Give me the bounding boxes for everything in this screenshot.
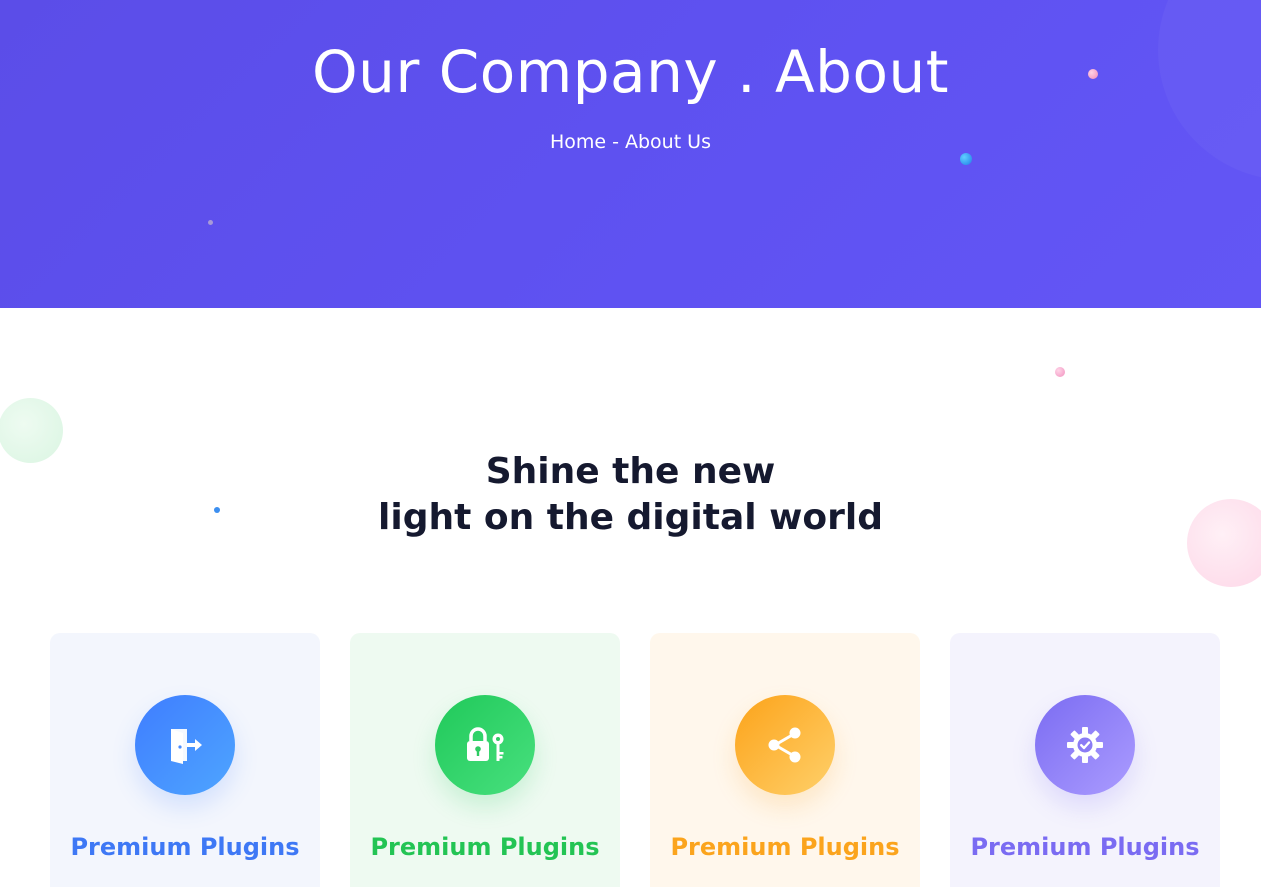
gear-check-icon xyxy=(1035,695,1135,795)
breadcrumb-home-link[interactable]: Home xyxy=(550,131,606,153)
page-title: Our Company . About xyxy=(312,38,949,106)
door-exit-icon xyxy=(135,695,235,795)
feature-card-title: Premium Plugins xyxy=(670,833,900,861)
section-heading-line-2: light on the digital world xyxy=(378,497,883,538)
feature-card-title: Premium Plugins xyxy=(70,833,300,861)
decorative-dot xyxy=(208,220,213,225)
breadcrumb: Home - About Us xyxy=(0,130,1261,154)
decorative-dot xyxy=(1055,367,1065,377)
page-header-banner: Our Company . About Home - About Us xyxy=(0,0,1261,308)
decorative-dot xyxy=(960,153,972,165)
lock-key-icon xyxy=(435,695,535,795)
feature-card-title: Premium Plugins xyxy=(370,833,600,861)
feature-card-4[interactable]: Premium Plugins xyxy=(950,633,1220,887)
section-heading: Shine the new light on the digital world xyxy=(0,449,1261,541)
feature-card-3[interactable]: Premium Plugins xyxy=(650,633,920,887)
breadcrumb-current: About Us xyxy=(624,131,711,153)
feature-card-2[interactable]: Premium Plugins xyxy=(350,633,620,887)
breadcrumb-separator: - xyxy=(612,131,619,153)
section-heading-line-1: Shine the new xyxy=(485,451,776,492)
feature-card-title: Premium Plugins xyxy=(970,833,1200,861)
feature-card-1[interactable]: Premium Plugins xyxy=(50,633,320,887)
share-icon xyxy=(735,695,835,795)
